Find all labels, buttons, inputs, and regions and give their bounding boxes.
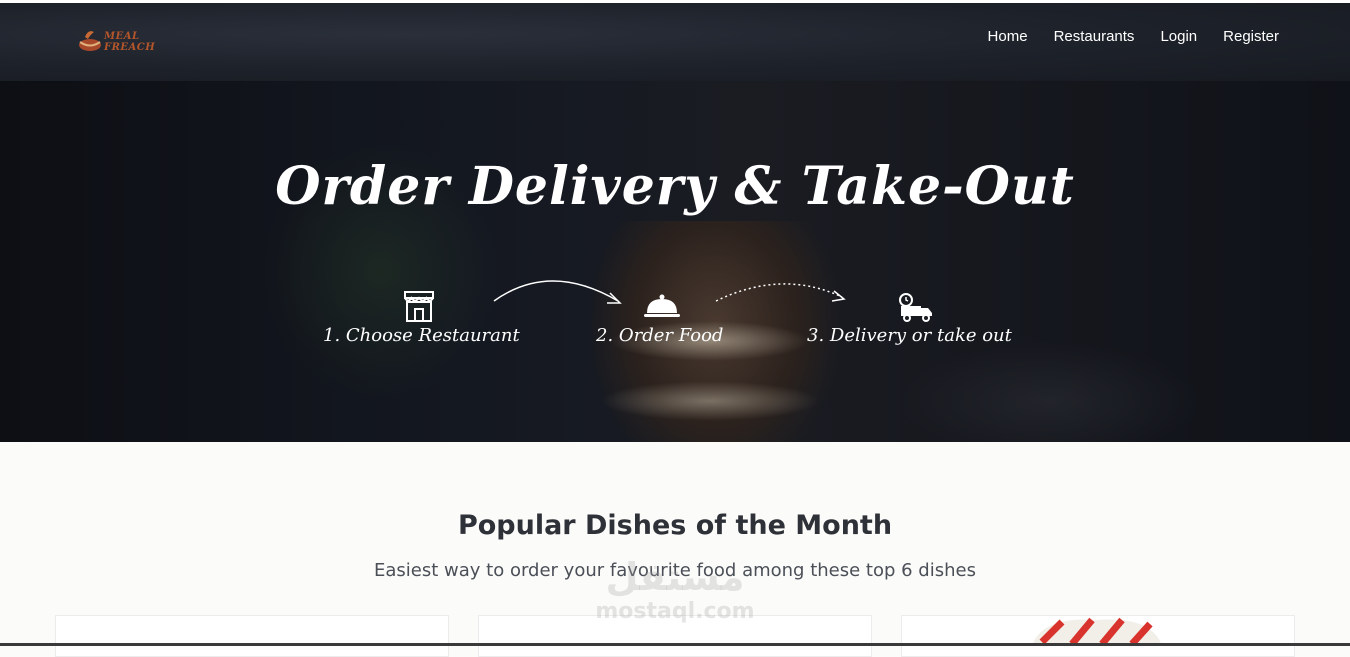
- nav-register-link[interactable]: Register: [1223, 28, 1279, 45]
- nav-home-link[interactable]: Home: [988, 28, 1028, 45]
- cloche-icon: [644, 294, 680, 317]
- watermark: مستقل mostaql.com: [595, 555, 755, 624]
- step-order-food: 2. Order Food: [596, 325, 724, 346]
- step-delivery-takeout: 3. Delivery or take out: [807, 325, 1012, 346]
- dish-image: [1032, 617, 1162, 646]
- dish-card[interactable]: [901, 615, 1295, 657]
- hero-banner: Order Delivery & Take-Out 1. Choose Rest…: [0, 81, 1350, 442]
- main-nav: Home Restaurants Login Register: [988, 28, 1279, 45]
- navbar: MEAL FREACH Home Restaurants Login Regis…: [0, 3, 1350, 81]
- dish-card[interactable]: [55, 615, 449, 657]
- nav-login-link[interactable]: Login: [1160, 28, 1197, 45]
- storefront-icon: [404, 291, 434, 322]
- step-choose-restaurant: 1. Choose Restaurant: [323, 325, 520, 346]
- nav-restaurants-link[interactable]: Restaurants: [1054, 28, 1135, 45]
- hero-title: Order Delivery & Take-Out: [275, 156, 1075, 217]
- brand-logo[interactable]: MEAL FREACH: [76, 25, 166, 61]
- delivery-truck-icon: [899, 293, 932, 322]
- bowl-icon: [79, 31, 101, 51]
- dotted-arrow-icon: [715, 283, 846, 302]
- section-title: Popular Dishes of the Month: [457, 510, 893, 541]
- arrow-icon: [493, 280, 622, 304]
- logo-text: MEAL FREACH: [104, 31, 156, 53]
